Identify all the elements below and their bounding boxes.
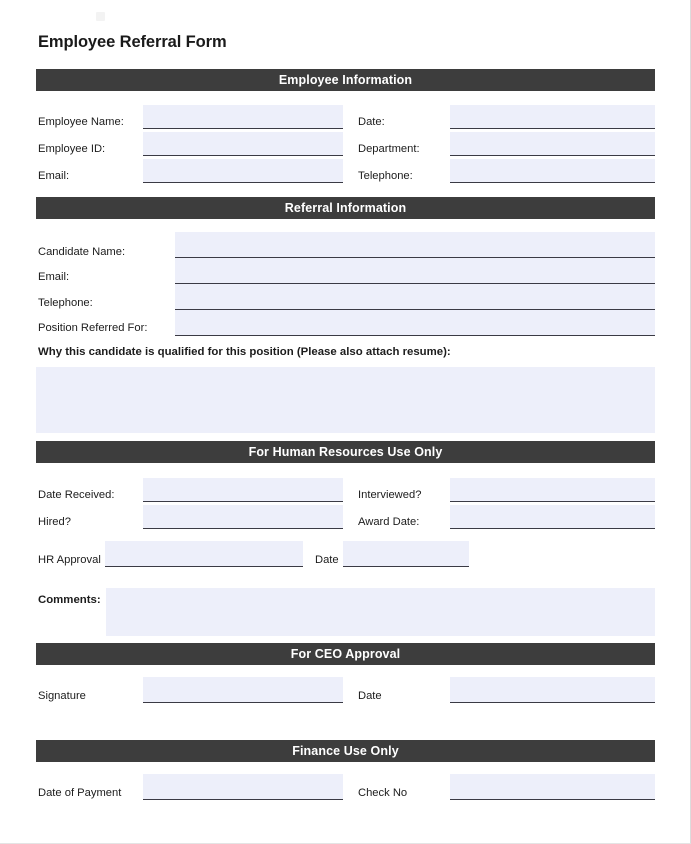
input-candidate-telephone[interactable] xyxy=(175,284,655,310)
input-hr-approval-date[interactable] xyxy=(343,541,469,567)
input-date-of-payment[interactable] xyxy=(143,774,343,800)
label-candidate-name: Candidate Name: xyxy=(38,246,126,258)
label-employee-date: Date: xyxy=(358,116,385,128)
label-department: Department: xyxy=(358,143,420,155)
label-employee-email: Email: xyxy=(38,170,70,182)
label-check-no: Check No xyxy=(358,787,408,799)
label-date-received: Date Received: xyxy=(38,489,115,501)
label-candidate-email: Email: xyxy=(38,271,70,283)
label-date-of-payment: Date of Payment xyxy=(38,787,122,799)
input-employee-telephone[interactable] xyxy=(450,159,655,183)
label-position-referred-for: Position Referred For: xyxy=(38,322,148,334)
section-header-finance: Finance Use Only xyxy=(36,740,655,762)
input-hr-approval[interactable] xyxy=(105,541,303,567)
input-candidate-email[interactable] xyxy=(175,258,655,284)
section-header-referral-information: Referral Information xyxy=(36,197,655,219)
label-interviewed: Interviewed? xyxy=(358,489,422,501)
input-interviewed[interactable] xyxy=(450,478,655,502)
section-header-employee-information: Employee Information xyxy=(36,69,655,91)
input-hired[interactable] xyxy=(143,505,343,529)
label-hr-approval-date: Date xyxy=(315,554,339,566)
label-employee-telephone: Telephone: xyxy=(358,170,413,182)
label-ceo-date: Date xyxy=(358,690,382,702)
input-employee-date[interactable] xyxy=(450,105,655,129)
label-candidate-telephone: Telephone: xyxy=(38,297,93,309)
label-award-date: Award Date: xyxy=(358,516,420,528)
scan-artifact xyxy=(96,12,105,21)
input-employee-id[interactable] xyxy=(143,132,343,156)
section-header-ceo-approval: For CEO Approval xyxy=(36,643,655,665)
textarea-qualification[interactable] xyxy=(36,367,655,433)
input-award-date[interactable] xyxy=(450,505,655,529)
label-hired: Hired? xyxy=(38,516,71,528)
section-header-human-resources: For Human Resources Use Only xyxy=(36,441,655,463)
label-ceo-signature: Signature xyxy=(38,690,86,702)
label-hr-approval: HR Approval xyxy=(38,554,101,566)
label-comments: Comments: xyxy=(38,594,101,606)
textarea-comments[interactable] xyxy=(106,588,655,636)
input-candidate-name[interactable] xyxy=(175,232,655,258)
input-employee-email[interactable] xyxy=(143,159,343,183)
input-ceo-date[interactable] xyxy=(450,677,655,703)
employee-referral-form-page: Employee Referral Form Employee Informat… xyxy=(0,0,691,844)
input-ceo-signature[interactable] xyxy=(143,677,343,703)
label-employee-name: Employee Name: xyxy=(38,116,124,128)
input-department[interactable] xyxy=(450,132,655,156)
label-employee-id: Employee ID: xyxy=(38,143,106,155)
input-employee-name[interactable] xyxy=(143,105,343,129)
input-position-referred-for[interactable] xyxy=(175,310,655,336)
page-title: Employee Referral Form xyxy=(38,33,227,51)
input-check-no[interactable] xyxy=(450,774,655,800)
input-date-received[interactable] xyxy=(143,478,343,502)
label-qualification-prompt: Why this candidate is qualified for this… xyxy=(38,346,451,358)
